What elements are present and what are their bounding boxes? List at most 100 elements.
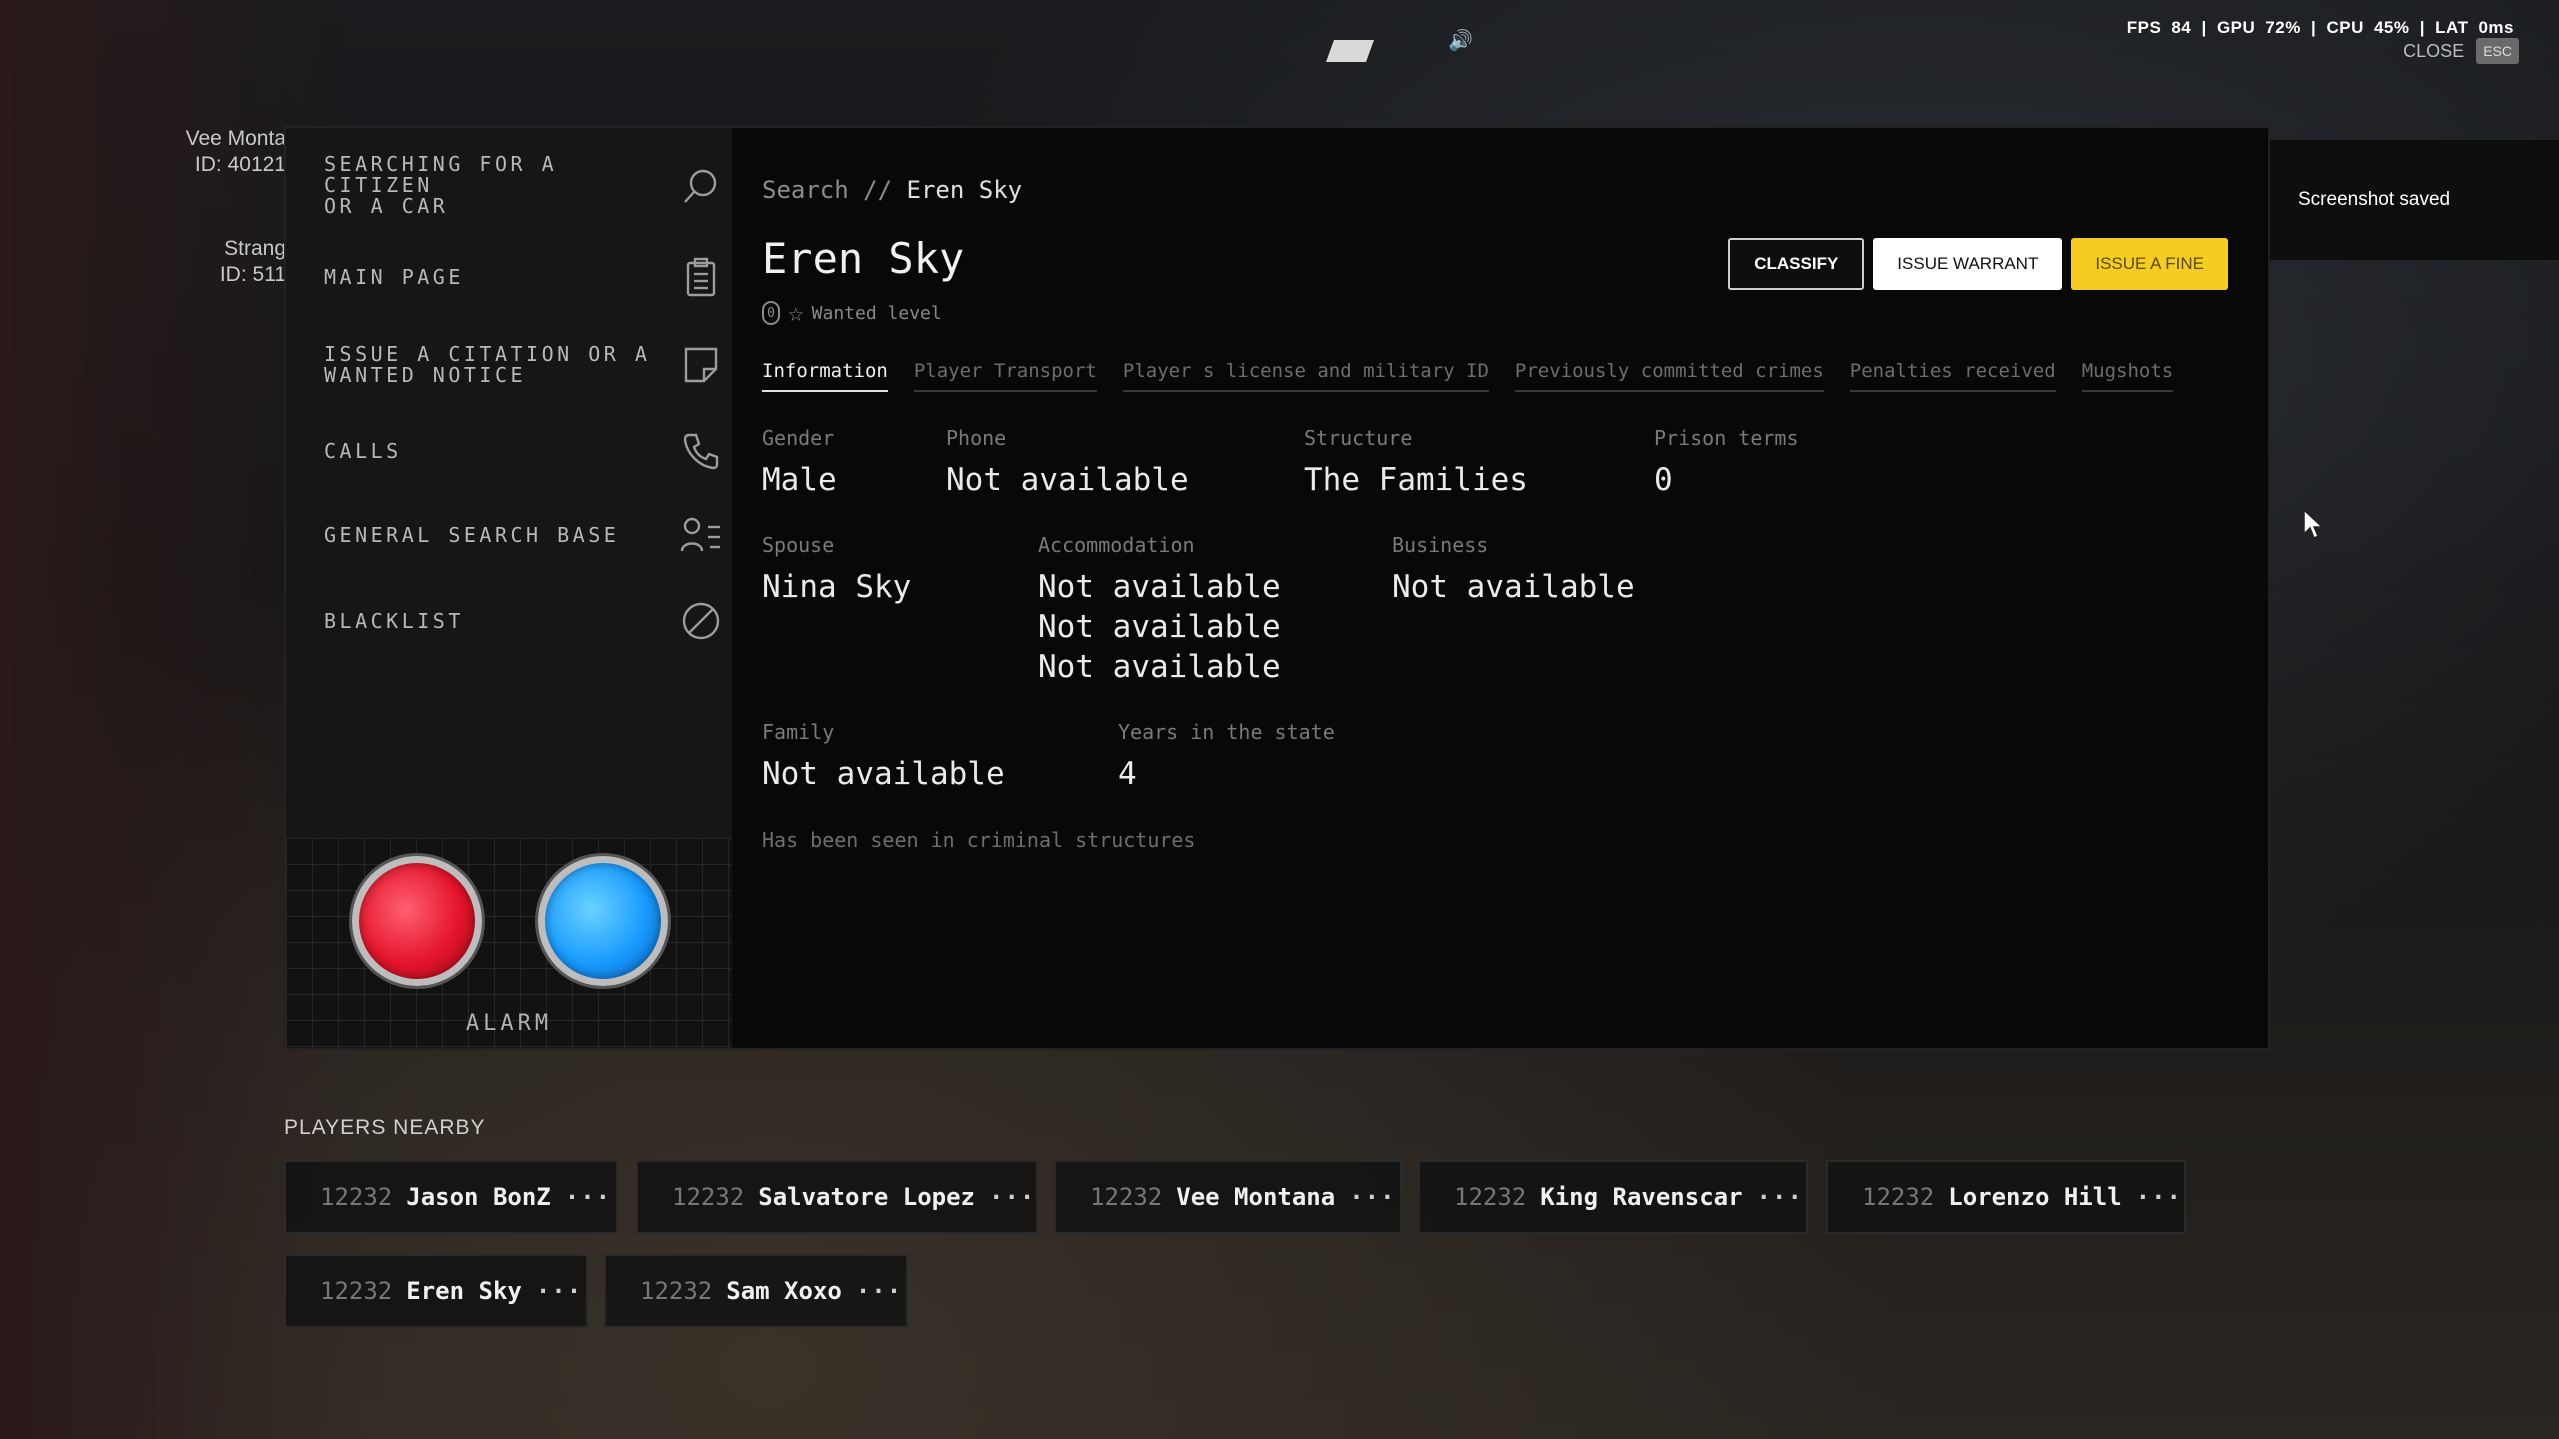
- lat-value: 0ms: [2478, 18, 2514, 37]
- alarm-panel: ALARM: [286, 838, 732, 1048]
- player-chip[interactable]: 12232 Eren Sky ···: [284, 1254, 588, 1328]
- wanted-level-value: 0: [762, 301, 780, 325]
- field-value: Nina Sky: [762, 569, 912, 605]
- tab-player-transport[interactable]: Player Transport: [913, 360, 1097, 392]
- player-id: 12232: [1862, 1183, 1935, 1211]
- search-icon: [680, 165, 722, 207]
- sidebar-item-search[interactable]: SEARCHING FOR A CITIZEN OR A CAR: [324, 154, 722, 217]
- background-light: [1325, 40, 1375, 62]
- player-id: 12232: [640, 1277, 713, 1305]
- years-in-state-field: Years in the state 4: [1118, 720, 1335, 794]
- field-label: Years in the state: [1118, 720, 1335, 744]
- close-hint[interactable]: CLOSE ESC: [2403, 38, 2519, 64]
- tag-id: ID: 40121: [194, 153, 286, 176]
- family-field: Family Not available: [762, 720, 1005, 794]
- structure-field: Structure The Families: [1304, 426, 1528, 500]
- field-value: Male: [762, 462, 837, 498]
- action-buttons: CLASSIFY ISSUE WARRANT ISSUE A FINE: [1728, 238, 2228, 290]
- accommodation-field: Accommodation Not available Not availabl…: [1038, 533, 1281, 687]
- more-options-icon[interactable]: ···: [536, 1277, 582, 1305]
- clipboard-icon: [680, 256, 722, 298]
- classify-button[interactable]: CLASSIFY: [1728, 238, 1865, 290]
- player-chip[interactable]: 12232 Jason BonZ ···: [284, 1160, 618, 1234]
- cpu-value: 45%: [2373, 18, 2410, 37]
- background-player-tag: Vee Monta ID: 40121: [160, 126, 286, 178]
- field-value: Not available: [946, 462, 1189, 498]
- breadcrumb-root[interactable]: Search //: [762, 176, 892, 204]
- sidebar-item-blacklist[interactable]: BLACKLIST: [324, 600, 722, 642]
- prison-terms-field: Prison terms 0: [1654, 426, 1799, 500]
- alarm-label: ALARM: [465, 1011, 553, 1036]
- sidebar-item-calls[interactable]: CALLS: [324, 430, 722, 472]
- profile-tabs: Information Player Transport Player s li…: [762, 360, 2174, 392]
- ban-icon: [680, 600, 722, 642]
- field-label: Gender: [762, 426, 835, 450]
- more-options-icon[interactable]: ···: [1349, 1183, 1395, 1211]
- sidebar-item-main-page[interactable]: MAIN PAGE: [324, 256, 722, 298]
- wanted-level: 0 ☆ Wanted level: [762, 298, 942, 328]
- field-value: 0: [1654, 462, 1673, 498]
- close-label[interactable]: CLOSE: [2403, 41, 2464, 62]
- tag-name: Strang: [224, 237, 286, 260]
- more-options-icon[interactable]: ···: [856, 1277, 902, 1305]
- tab-penalties[interactable]: Penalties received: [1849, 360, 2056, 392]
- player-id: 12232: [1090, 1183, 1163, 1211]
- more-options-icon[interactable]: ···: [1757, 1183, 1803, 1211]
- player-name: Lorenzo Hill: [1948, 1183, 2122, 1211]
- tab-mugshots[interactable]: Mugshots: [2081, 360, 2174, 392]
- field-label: Accommodation: [1038, 533, 1195, 557]
- player-id: 12232: [672, 1183, 745, 1211]
- sidebar-item-search-base[interactable]: GENERAL SEARCH BASE: [324, 514, 722, 556]
- field-value: The Families: [1304, 462, 1528, 498]
- player-name: Sam Xoxo: [726, 1277, 842, 1305]
- player-name: Vee Montana: [1176, 1183, 1336, 1211]
- esc-key-badge: ESC: [2476, 38, 2519, 64]
- field-label: Phone: [946, 426, 1007, 450]
- spouse-field: Spouse Nina Sky: [762, 533, 911, 607]
- more-options-icon[interactable]: ···: [565, 1183, 611, 1211]
- player-name: Eren Sky: [406, 1277, 522, 1305]
- sidebar-item-label: GENERAL SEARCH BASE: [324, 522, 620, 547]
- issue-warrant-button[interactable]: ISSUE WARRANT: [1873, 238, 2063, 290]
- field-value: Not available: [1392, 569, 1635, 605]
- more-options-icon[interactable]: ···: [2136, 1183, 2182, 1211]
- mouse-cursor-icon: [2302, 508, 2324, 544]
- user-list-icon: [680, 514, 722, 556]
- performance-hud: FPS 84 | GPU 72% | CPU 45% | LAT 0ms: [2126, 18, 2514, 37]
- alarm-red-button[interactable]: [352, 856, 482, 986]
- wanted-level-label: Wanted level: [811, 302, 942, 324]
- phone-icon: [680, 430, 722, 472]
- police-tablet: SEARCHING FOR A CITIZEN OR A CAR MAIN PA…: [286, 128, 2268, 1048]
- background-player-tag: Strang ID: 511: [190, 236, 286, 288]
- cpu-label: CPU: [2326, 18, 2364, 37]
- player-chip[interactable]: 12232 Sam Xoxo ···: [604, 1254, 908, 1328]
- sidebar-item-label: SEARCHING FOR A CITIZEN OR A CAR: [324, 152, 558, 218]
- citizen-profile: Search // Eren Sky Eren Sky 0 ☆ Wanted l…: [732, 128, 2268, 1048]
- player-chip[interactable]: 12232 Vee Montana ···: [1054, 1160, 1402, 1234]
- field-label: Structure: [1304, 426, 1413, 450]
- player-id: 12232: [320, 1277, 393, 1305]
- player-chip[interactable]: 12232 King Ravenscar ···: [1418, 1160, 1808, 1234]
- tab-previous-crimes[interactable]: Previously committed crimes: [1514, 360, 1824, 392]
- star-icon: ☆: [788, 298, 804, 328]
- tab-license-military-id[interactable]: Player s license and military ID: [1122, 360, 1489, 392]
- gender-field: Gender Male: [762, 426, 837, 500]
- sidebar-item-citation[interactable]: ISSUE A CITATION OR A WANTED NOTICE: [324, 344, 722, 386]
- player-chip[interactable]: 12232 Lorenzo Hill ···: [1826, 1160, 2186, 1234]
- breadcrumb: Search // Eren Sky: [762, 176, 1022, 204]
- sidebar-item-label: BLACKLIST: [324, 608, 464, 633]
- fps-label: FPS: [2126, 18, 2162, 37]
- field-value: Not available: [1038, 649, 1281, 685]
- more-options-icon[interactable]: ···: [989, 1183, 1035, 1211]
- gpu-label: GPU: [2216, 18, 2256, 37]
- tag-id: ID: 511: [219, 263, 286, 286]
- issue-fine-button[interactable]: ISSUE A FINE: [2071, 238, 2228, 290]
- player-chip[interactable]: 12232 Salvatore Lopez ···: [636, 1160, 1038, 1234]
- player-name: Salvatore Lopez: [758, 1183, 975, 1211]
- alarm-blue-button[interactable]: [538, 856, 668, 986]
- page-title: Eren Sky: [762, 234, 965, 283]
- tab-information[interactable]: Information: [762, 360, 888, 392]
- speaker-icon: 🔊: [1448, 28, 1473, 52]
- toast-text: Screenshot saved: [2298, 189, 2451, 210]
- field-value: 4: [1118, 756, 1137, 792]
